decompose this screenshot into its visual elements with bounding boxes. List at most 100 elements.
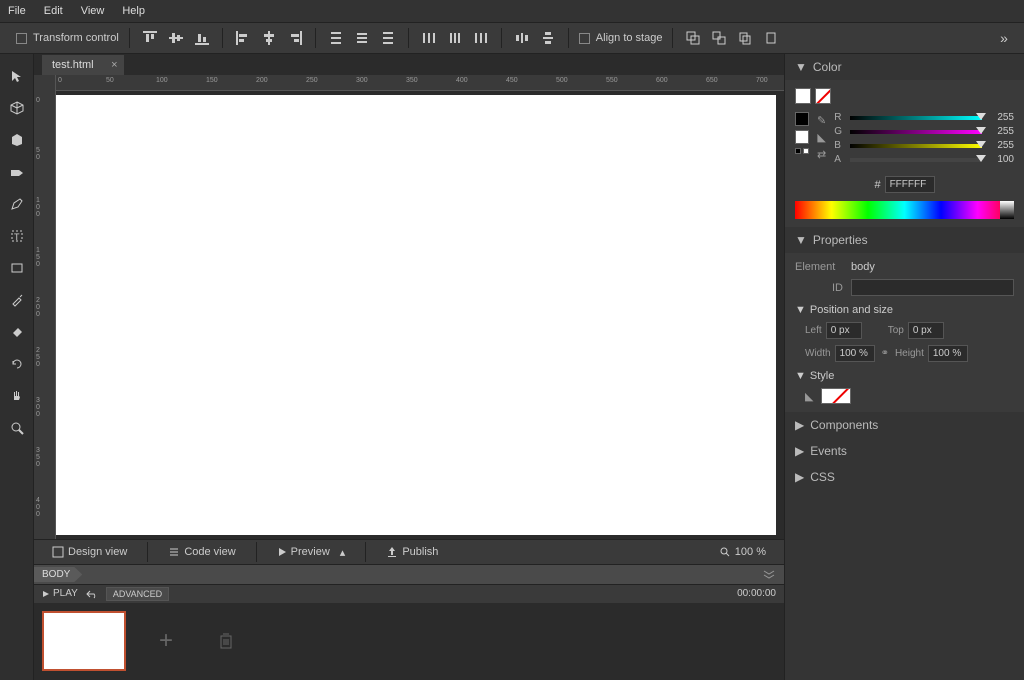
publish-button[interactable]: Publish: [378, 543, 446, 561]
left-input[interactable]: [826, 322, 862, 339]
bucket-icon[interactable]: ◣: [817, 131, 825, 144]
panel-events-header[interactable]: ▶Events: [785, 438, 1024, 464]
zoom-display[interactable]: 100 %: [711, 543, 774, 561]
chevron-down-icon: ▼: [795, 233, 807, 247]
a-slider[interactable]: [850, 158, 982, 162]
ruler-horizontal: 0501001502002503003504004505005506006507…: [56, 75, 784, 91]
style-header[interactable]: ▼Style: [795, 370, 1014, 382]
panel-css-header[interactable]: ▶CSS: [785, 464, 1024, 490]
menubar: File Edit View Help: [0, 0, 1024, 22]
distribute-top-icon[interactable]: [326, 28, 346, 48]
transform-control-label: Transform control: [33, 32, 119, 44]
code-view-button[interactable]: Code view: [160, 543, 243, 561]
ungroup-icon[interactable]: [709, 28, 729, 48]
swap-icon[interactable]: ⇄: [817, 148, 826, 161]
hex-input[interactable]: [885, 176, 935, 193]
height-input[interactable]: [928, 345, 968, 362]
keyframe-thumbnail[interactable]: [42, 611, 126, 671]
design-view-button[interactable]: Design view: [44, 543, 135, 561]
delete-keyframe-icon[interactable]: [206, 621, 246, 661]
copy-icon[interactable]: [735, 28, 755, 48]
overflow-icon[interactable]: »: [994, 28, 1014, 48]
align-top-icon[interactable]: [140, 28, 160, 48]
style-fill-swatch[interactable]: [821, 388, 851, 404]
space-v-icon[interactable]: [538, 28, 558, 48]
mini-swatch-icon[interactable]: [795, 148, 801, 154]
align-right-icon[interactable]: [285, 28, 305, 48]
group-icon[interactable]: [683, 28, 703, 48]
align-left-icon[interactable]: [233, 28, 253, 48]
chevron-down-icon: ▼: [795, 60, 807, 74]
panel-properties-header[interactable]: ▼Properties: [785, 227, 1024, 253]
distribute-left-icon[interactable]: [419, 28, 439, 48]
bucket-icon[interactable]: ◣: [805, 390, 813, 403]
add-keyframe-icon[interactable]: +: [146, 621, 186, 661]
tag-tool-icon[interactable]: [7, 162, 27, 182]
position-size-header[interactable]: ▼Position and size: [795, 304, 1014, 316]
preview-button[interactable]: Preview▴: [269, 543, 354, 562]
playbar: PLAY ADVANCED 00:00:00: [34, 584, 784, 603]
hand-tool-icon[interactable]: [7, 386, 27, 406]
chevron-down-icon[interactable]: [762, 569, 776, 579]
space-h-icon[interactable]: [512, 28, 532, 48]
align-hcenter-icon[interactable]: [259, 28, 279, 48]
distribute-vcenter-icon[interactable]: [352, 28, 372, 48]
menu-file[interactable]: File: [8, 5, 26, 17]
b-slider[interactable]: [850, 144, 982, 148]
document-tab[interactable]: test.html ×: [42, 55, 124, 75]
zoom-tool-icon[interactable]: [7, 418, 27, 438]
chevron-right-icon: ▶: [795, 444, 804, 458]
bucket-tool-icon[interactable]: [7, 322, 27, 342]
transform-control-checkbox[interactable]: [16, 33, 27, 44]
revert-button[interactable]: [86, 589, 98, 599]
chevron-down-icon: ▼: [795, 304, 806, 316]
toolbox: T: [0, 54, 34, 680]
select-tool-icon[interactable]: [7, 66, 27, 86]
link-icon[interactable]: ⚭: [881, 348, 889, 359]
pen-tool-icon[interactable]: [7, 194, 27, 214]
timeline: +: [34, 603, 784, 680]
distribute-right-icon[interactable]: [471, 28, 491, 48]
paste-icon[interactable]: [761, 28, 781, 48]
close-icon[interactable]: ×: [111, 59, 117, 71]
rotate-tool-icon[interactable]: [7, 354, 27, 374]
align-bottom-icon[interactable]: [192, 28, 212, 48]
container-tool-icon[interactable]: [7, 130, 27, 150]
canvas[interactable]: [56, 95, 776, 535]
breadcrumb-bar: BODY: [34, 564, 784, 583]
menu-edit[interactable]: Edit: [44, 5, 63, 17]
panel-components-header[interactable]: ▶Components: [785, 412, 1024, 438]
eyedropper-tool-icon[interactable]: [7, 290, 27, 310]
panel-color-header[interactable]: ▼Color: [785, 54, 1024, 80]
width-input[interactable]: [835, 345, 875, 362]
fill-swatch[interactable]: [795, 88, 811, 104]
distribute-bottom-icon[interactable]: [378, 28, 398, 48]
g-slider[interactable]: [850, 130, 982, 134]
r-slider[interactable]: [850, 116, 982, 120]
stroke-swatch[interactable]: [795, 112, 809, 126]
color-spectrum[interactable]: [795, 201, 1014, 219]
element-value: body: [851, 261, 875, 273]
text-tool-icon[interactable]: T: [7, 226, 27, 246]
align-to-stage-checkbox[interactable]: [579, 33, 590, 44]
top-input[interactable]: [908, 322, 944, 339]
menu-view[interactable]: View: [81, 5, 105, 17]
mini-swatch-icon[interactable]: [803, 148, 809, 154]
breadcrumb-body[interactable]: BODY: [34, 567, 82, 582]
id-input[interactable]: [851, 279, 1014, 296]
hex-prefix: #: [874, 179, 880, 191]
pencil-icon[interactable]: ✎: [817, 114, 826, 127]
advanced-button[interactable]: ADVANCED: [106, 587, 169, 601]
align-vcenter-icon[interactable]: [166, 28, 186, 48]
statusbar: Design view Code view Preview▴ Publish 1…: [34, 539, 784, 564]
chevron-right-icon: ▶: [795, 470, 804, 484]
toolbar: Transform control Align to stage »: [0, 22, 1024, 54]
nofill-swatch[interactable]: [815, 88, 831, 104]
play-button[interactable]: PLAY: [42, 588, 78, 599]
cube-tool-icon[interactable]: [7, 98, 27, 118]
rect-tool-icon[interactable]: [7, 258, 27, 278]
fill-swatch-2[interactable]: [795, 130, 809, 144]
menu-help[interactable]: Help: [122, 5, 145, 17]
distribute-hcenter-icon[interactable]: [445, 28, 465, 48]
ruler-vertical: 050100150200250300350400: [34, 75, 56, 539]
